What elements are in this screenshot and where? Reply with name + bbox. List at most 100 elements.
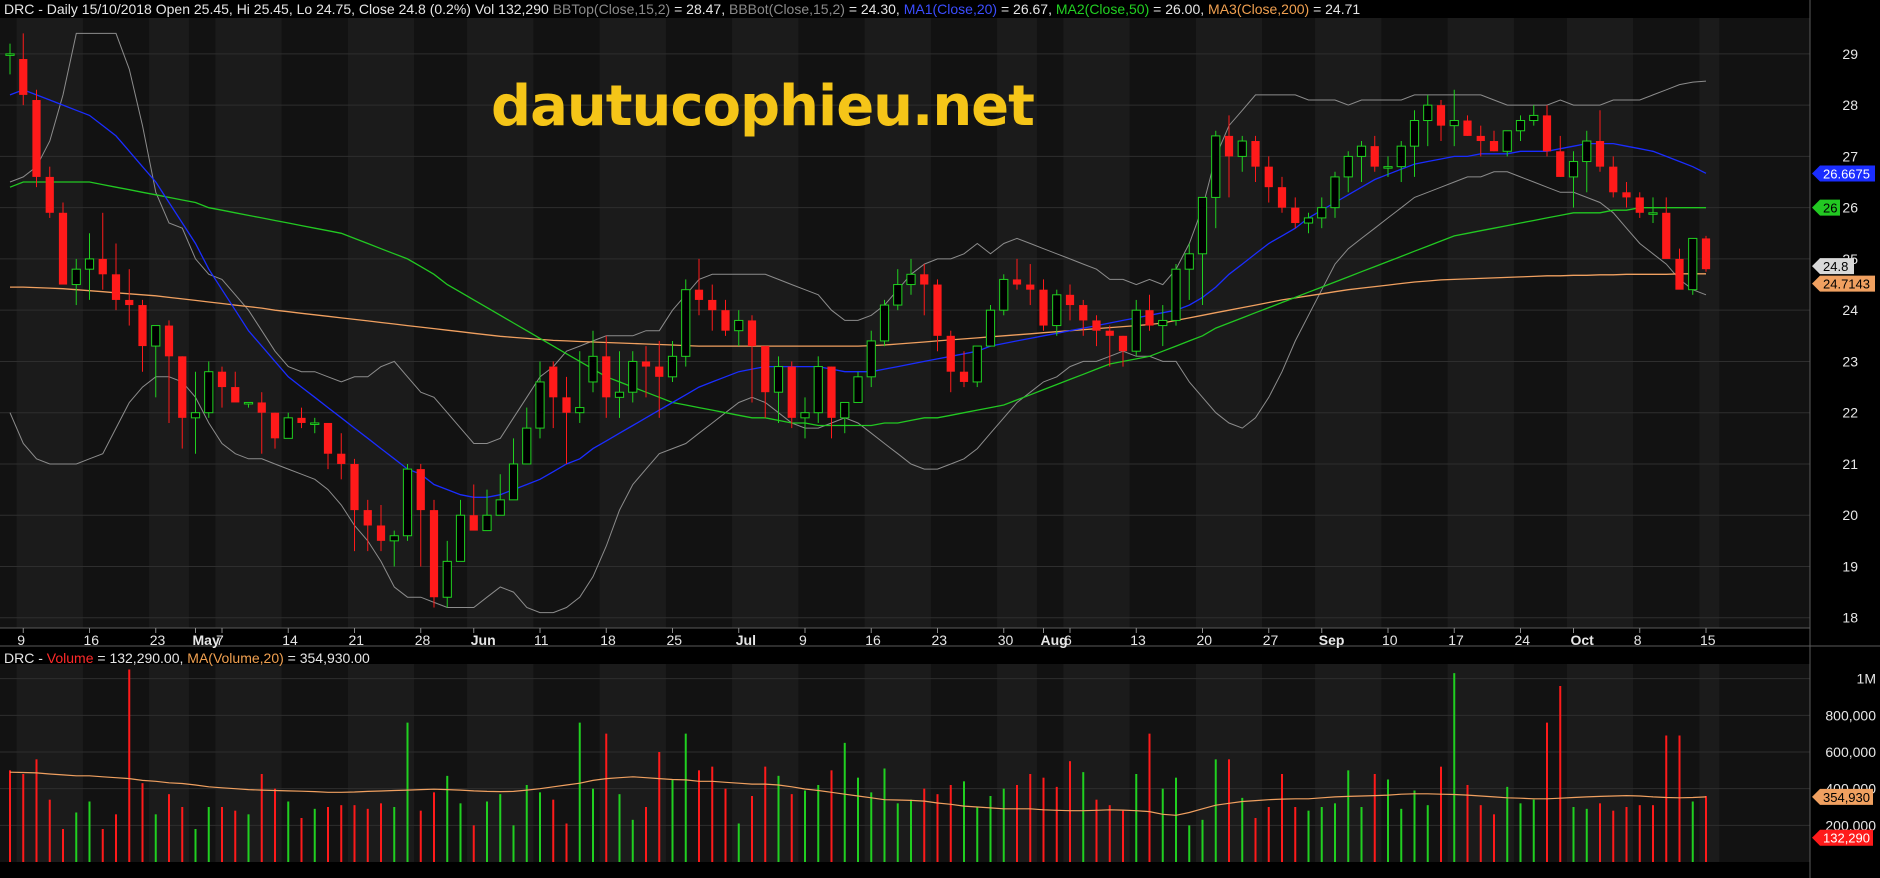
candle-body — [164, 325, 174, 357]
x-tick-label: 13 — [1130, 632, 1146, 648]
candle-body — [323, 422, 333, 454]
x-tick-label: 20 — [1197, 632, 1213, 648]
candle-body — [1449, 120, 1459, 127]
candle-body — [376, 525, 386, 541]
price-tick-label: 24 — [1842, 302, 1858, 318]
price-tag: 24.8 — [1812, 258, 1854, 275]
price-tick-label: 28 — [1842, 97, 1858, 113]
candle — [32, 89, 41, 188]
ma1-label: MA1(Close,20) — [903, 1, 998, 17]
x-tick-label: 30 — [998, 632, 1014, 648]
candle-body — [231, 387, 240, 403]
price-tag: 26 — [1812, 199, 1840, 216]
candle-body — [270, 412, 280, 439]
week-band — [1566, 18, 1634, 628]
volume-ma-label: MA(Volume,20) — [187, 650, 284, 666]
candle-body — [402, 468, 413, 537]
x-tick-label: 16 — [865, 632, 881, 648]
candle-body — [1701, 238, 1711, 270]
candle-body — [575, 407, 585, 414]
candle-body — [1158, 319, 1168, 327]
x-tick-label: Oct — [1571, 632, 1595, 648]
candle-body — [1330, 176, 1340, 209]
price-chart-header: DRC - Daily 15/10/2018 Open 25.45, Hi 25… — [4, 1, 1360, 17]
candle-body — [879, 304, 890, 342]
week-band — [1447, 18, 1514, 628]
candle-body — [111, 274, 121, 300]
x-tick-label: 14 — [282, 632, 298, 648]
candle-body — [1609, 166, 1618, 193]
x-tick-label: 21 — [349, 632, 365, 648]
candle-body — [1568, 161, 1579, 178]
candle-body — [1463, 120, 1472, 136]
candle-body — [125, 299, 134, 306]
candle-body — [1436, 105, 1446, 126]
volume-value: = 132,290.00, — [93, 650, 188, 666]
x-tick-label: 11 — [534, 632, 549, 648]
candle-body — [1118, 335, 1128, 352]
candle-body — [614, 391, 625, 398]
candle-body — [1317, 207, 1327, 219]
candle-body — [1648, 212, 1658, 215]
candle-body — [1675, 258, 1684, 290]
candle-body — [1211, 135, 1221, 198]
candle-body — [1026, 284, 1035, 290]
candle — [58, 202, 68, 285]
candle-body — [761, 346, 770, 393]
candle-body — [151, 325, 161, 347]
ma3-label: MA3(Close,200) — [1208, 1, 1310, 17]
candle-body — [45, 176, 54, 213]
candle-body — [283, 417, 293, 439]
candle-body — [1409, 120, 1420, 147]
candle-body — [800, 412, 810, 419]
candle-body — [32, 100, 41, 177]
candle-body — [1277, 187, 1287, 208]
week-band — [1699, 664, 1720, 862]
header-summary: DRC - Daily 15/10/2018 Open 25.45, Hi 25… — [4, 1, 553, 17]
volume-tag-text: 132,290 — [1823, 831, 1870, 846]
x-tick-label: 16 — [84, 632, 100, 648]
x-tick-label: 25 — [667, 632, 683, 648]
candle — [999, 274, 1009, 316]
candle-body — [363, 510, 372, 526]
candle-body — [1622, 192, 1631, 198]
volume-tick-label: 800,000 — [1825, 707, 1876, 723]
candle-body — [946, 335, 955, 372]
x-tick-label: 7 — [216, 632, 224, 648]
candle-body — [1012, 279, 1022, 285]
x-tick-label: Jun — [471, 632, 496, 648]
candle-body — [1237, 140, 1247, 157]
candle-body — [98, 258, 107, 275]
week-band — [215, 18, 282, 628]
candle-body — [1356, 145, 1367, 157]
candle-body — [588, 355, 598, 383]
candle-body — [535, 381, 545, 429]
candle-body — [641, 361, 651, 367]
candle-body — [1556, 151, 1565, 177]
candle-body — [1224, 135, 1234, 157]
volume-chart-header: DRC - Volume = 132,290.00, MA(Volume,20)… — [4, 650, 370, 666]
candle-body — [389, 535, 399, 542]
candle-body — [1343, 155, 1353, 178]
candle-body — [1396, 145, 1406, 168]
candle-body — [1582, 140, 1592, 163]
candle — [681, 279, 691, 367]
x-tick-label: 24 — [1515, 632, 1531, 648]
candle-body — [84, 258, 95, 270]
candle — [985, 305, 996, 347]
candle-body — [1039, 289, 1048, 326]
x-tick-label: Sep — [1319, 632, 1345, 648]
ma2-label: MA2(Close,50) — [1055, 1, 1150, 17]
candle — [879, 299, 890, 347]
candle-body — [1197, 196, 1208, 255]
candle-body — [508, 463, 519, 501]
price-tag-text: 24.7143 — [1823, 277, 1870, 292]
candle-body — [906, 273, 916, 286]
candle — [402, 463, 413, 541]
candle — [1688, 237, 1698, 295]
x-tick-label: 15 — [1700, 632, 1716, 648]
volume-tick-label: 1M — [1857, 671, 1876, 687]
price-tick-label: 21 — [1842, 456, 1858, 472]
candle-body — [1184, 253, 1194, 270]
price-tick-label: 20 — [1842, 507, 1858, 523]
